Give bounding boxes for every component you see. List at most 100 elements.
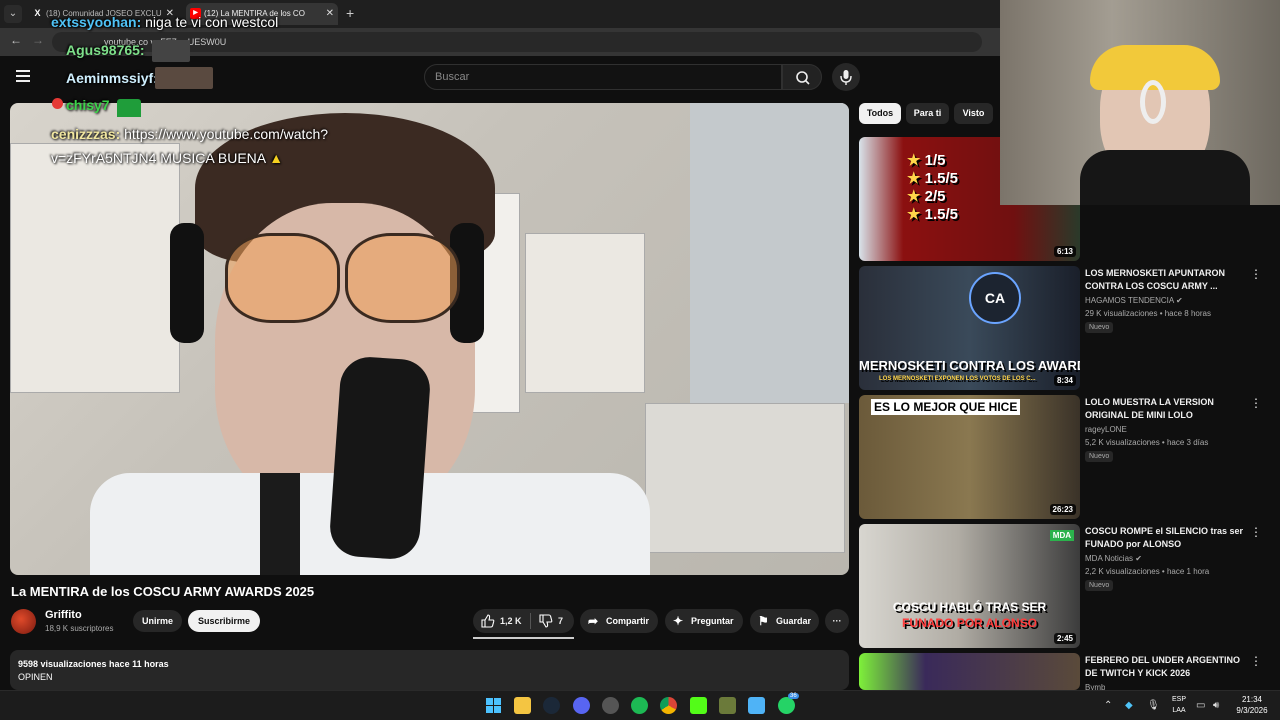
share-button[interactable]: ➦ Compartir [580, 609, 658, 633]
share-label: Compartir [606, 616, 650, 626]
recommendation-channel[interactable]: Bymb [1085, 683, 1105, 690]
obs-icon[interactable] [602, 697, 619, 714]
video-title: La MENTIRA de los COSCU ARMY AWARDS 2025 [11, 584, 315, 599]
whatsapp-icon[interactable] [778, 697, 795, 714]
chat-emote [155, 67, 213, 89]
microphone-icon[interactable]: 🎙︎ [1147, 700, 1160, 711]
triangle-emote-icon: ▲ [269, 150, 284, 166]
file-explorer-icon[interactable] [514, 697, 531, 714]
microphone-icon [840, 70, 852, 85]
recommendation-title[interactable]: LOLO MUESTRA LA VERSION ORIGINAL DE MINI… [1085, 396, 1245, 422]
menu-icon[interactable] [16, 70, 30, 82]
filter-chip-for-you[interactable]: Para ti [906, 103, 949, 124]
chat-user: Aeminmssiyf: [66, 70, 158, 86]
chat-emote [117, 99, 141, 117]
system-clock[interactable]: 21:34 9/3/2026 [1232, 694, 1272, 716]
more-vert-icon[interactable]: ⋮ [1250, 654, 1262, 668]
recommendation-channel[interactable]: MDA Noticias ✔ [1085, 554, 1142, 563]
video-player[interactable] [10, 103, 849, 575]
rating-text: 1.5/5 [924, 170, 958, 187]
ca-logo: CA [969, 272, 1021, 324]
channel-label: MDA Noticias [1085, 554, 1134, 563]
headphone-shape [170, 223, 204, 343]
more-vert-icon[interactable]: ⋮ [1250, 525, 1262, 539]
recommendation-thumbnail[interactable]: ES LO MEJOR QUE HICE 26:23 [859, 395, 1080, 519]
thumbnail-text: ★ 1/5 [907, 152, 946, 169]
ask-button[interactable]: ✦ Preguntar [665, 609, 743, 633]
chat-user: chisy7 [66, 97, 110, 113]
recommendation-title[interactable]: FEBRERO DEL UNDER ARGENTINO DE TWITCH Y … [1085, 654, 1245, 680]
defender-icon[interactable]: ◆ [1125, 700, 1133, 711]
new-tab-button[interactable]: + [346, 5, 354, 21]
language-indicator[interactable]: ESP LAA [1168, 694, 1190, 716]
kick-icon[interactable] [690, 697, 707, 714]
recommendation-thumbnail[interactable]: MDA COSCU HABLÓ TRAS SER FUNADO POR ALON… [859, 524, 1080, 648]
voice-search-button[interactable] [832, 63, 860, 91]
recommendation-meta: 2,2 K visualizaciones • hace 1 hora [1085, 567, 1210, 576]
tab-search-button[interactable]: ⌄ [4, 5, 22, 23]
thumbnail-text: MERNOSKETI CONTRA LOS AWARDS [859, 358, 1080, 373]
new-badge: Nuevo [1085, 451, 1114, 462]
search-button[interactable] [782, 64, 822, 90]
x-icon: X [34, 8, 41, 18]
like-count: 1,2 K [500, 616, 522, 626]
filter-chip-watched[interactable]: Visto [954, 103, 993, 124]
streamer-shirt [1080, 150, 1250, 205]
game-icon[interactable] [719, 697, 736, 714]
back-arrow-icon[interactable]: ← [10, 33, 22, 47]
more-actions-button[interactable]: ··· [825, 609, 849, 633]
channel-avatar[interactable] [11, 609, 36, 634]
discord-icon[interactable] [573, 697, 590, 714]
filter-chip-all[interactable]: Todos [859, 103, 901, 124]
window-light [690, 103, 849, 403]
dislike-button[interactable]: 7 [531, 609, 574, 633]
chrome-icon[interactable] [660, 697, 677, 714]
keyboard-layout: LAA [1172, 707, 1186, 714]
join-button[interactable]: Unirme [133, 610, 182, 632]
thumbnail-text: ★ 1.5/5 [907, 206, 958, 223]
search-icon [796, 71, 810, 85]
clock-date: 9/3/2026 [1236, 706, 1268, 715]
like-button[interactable]: 1,2 K [473, 609, 530, 633]
chat-line: v=zFYrA5NTJN4 MUSICA BUENA ▲ [51, 150, 283, 166]
video-duration: 2:45 [1053, 633, 1076, 644]
subscribe-button[interactable]: Suscribirme [188, 610, 260, 632]
spotify-icon[interactable] [631, 697, 648, 714]
save-button[interactable]: ⚑ Guardar [750, 609, 819, 633]
chat-line: Agus98765: [66, 42, 145, 58]
recommendation-channel[interactable]: rageyLONE [1085, 425, 1127, 434]
recommendation-title[interactable]: COSCU ROMPE el SILENCIO tras ser FUNADO … [1085, 525, 1245, 551]
badge-icon [52, 98, 63, 109]
thumbnail-text: ★ 2/5 [907, 188, 946, 205]
recommendation-thumbnail[interactable] [859, 653, 1080, 690]
chat-user: extssyoohan: [51, 14, 142, 30]
network-icon[interactable]: ▭ [1196, 700, 1205, 711]
chat-user: Agus98765: [66, 42, 145, 58]
recommendation-thumbnail[interactable]: CA MERNOSKETI CONTRA LOS AWARDS LOS MERN… [859, 266, 1080, 390]
notification-badge: 36 [788, 693, 799, 699]
url-field[interactable]: youtube.co v=FE7zwUESW0U [52, 32, 982, 52]
search-input[interactable]: Buscar [424, 64, 782, 90]
glasses-lens [225, 233, 340, 323]
channel-name[interactable]: Griffito [45, 609, 82, 621]
recommendation-title[interactable]: LOS MERNOSKETI APUNTARON CONTRA LOS COSC… [1085, 267, 1245, 293]
volume-icon[interactable]: 🔊︎ [1213, 700, 1219, 711]
description-box[interactable] [10, 650, 849, 690]
more-vert-icon[interactable]: ⋮ [1250, 267, 1262, 281]
steam-icon[interactable] [543, 697, 560, 714]
taskbar: 36 ⌃ ◆ 🎙︎ ESP LAA ▭ 🔊︎ 21:34 9/3/2026 [0, 690, 1280, 720]
windows-start-icon[interactable] [485, 697, 502, 714]
chat-message: v=zFYrA5NTJN4 MUSICA BUENA [51, 150, 266, 166]
notepad-icon[interactable] [748, 697, 765, 714]
glasses-lens [345, 233, 460, 323]
more-vert-icon[interactable]: ⋮ [1250, 396, 1262, 410]
recommendation-channel[interactable]: HAGAMOS TENDENCIA ✔ [1085, 296, 1183, 305]
share-icon: ➦ [588, 614, 599, 628]
forward-arrow-icon[interactable]: → [32, 33, 44, 47]
chevron-up-icon[interactable]: ⌃ [1104, 700, 1112, 711]
thumbnail-text: ★ 1.5/5 [907, 170, 958, 187]
description-text: OPINEN [18, 672, 53, 682]
thumbnail-text: COSCU HABLÓ TRAS SER [892, 600, 1047, 614]
close-icon[interactable]: ✕ [326, 3, 334, 25]
microphone-shape [328, 355, 432, 561]
